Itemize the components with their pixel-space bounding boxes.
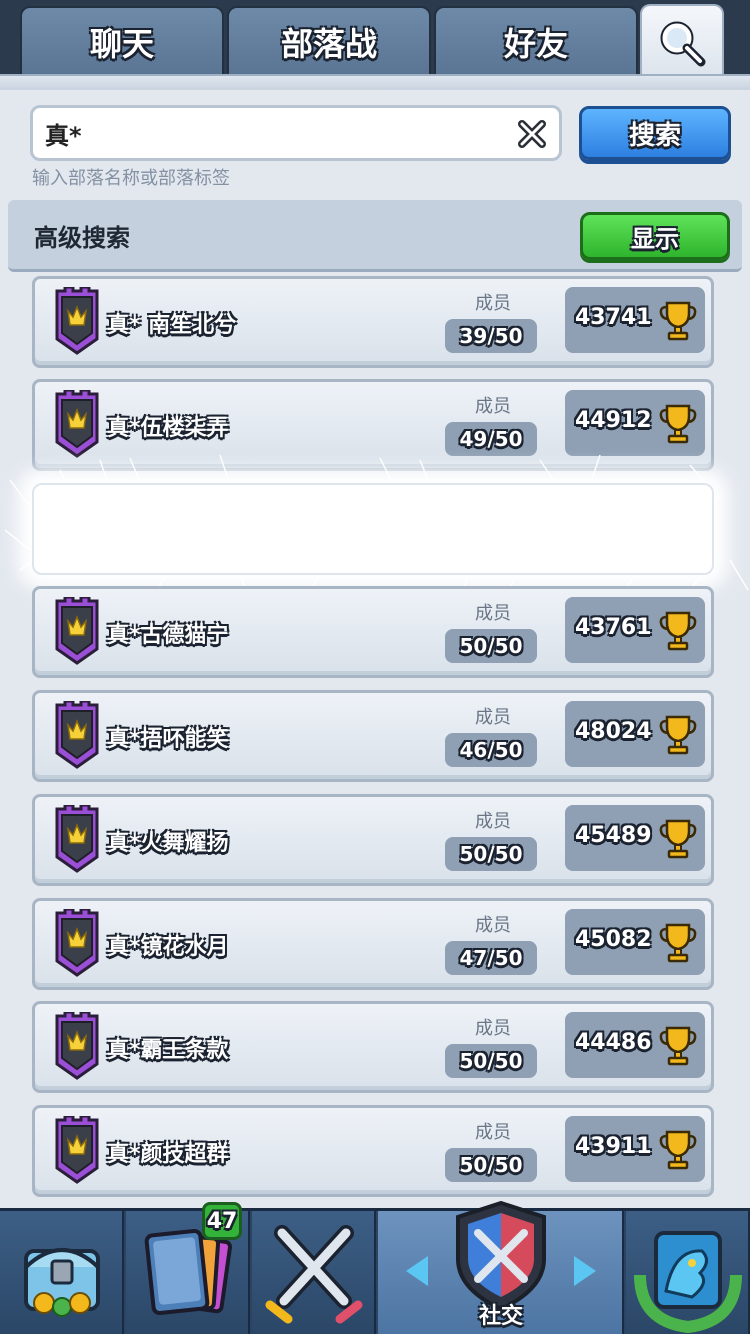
clan-name: 真*伍楼柒弄: [107, 416, 229, 441]
nav-social-label: 社交: [478, 1304, 523, 1329]
tab-friends[interactable]: 好友: [434, 6, 638, 76]
trophy-count: 43741: [575, 305, 652, 330]
clear-x-icon[interactable]: [517, 119, 547, 149]
clan-name: 真*火舞耀扬: [107, 831, 229, 856]
member-count: 50/50: [445, 837, 537, 871]
nav-shop[interactable]: [0, 1211, 124, 1334]
members-label: 成员: [475, 1018, 511, 1039]
clan-name: 真*颜技超群: [107, 1142, 229, 1167]
members-label: 成员: [475, 707, 511, 728]
member-count: 46/50: [445, 733, 537, 767]
trophy-box: 44912: [565, 390, 705, 456]
trophy-box: 48024: [565, 701, 705, 767]
trophy-count: 43761: [575, 615, 652, 640]
trophy-count: 48024: [575, 719, 652, 744]
clan-name: 真*镜花水月: [107, 935, 229, 960]
trophy-box: 44486: [565, 1012, 705, 1078]
clan-shield-badge-icon: [55, 701, 99, 769]
nav-events[interactable]: [626, 1211, 750, 1334]
clan-shield-badge-icon: [55, 597, 99, 665]
nav-right-arrow-icon[interactable]: [574, 1256, 596, 1286]
clan-name: 真*捂吥能笑: [107, 727, 229, 752]
clan-row[interactable]: 真*火舞耀扬 成员 50/50 45489: [32, 794, 714, 886]
clan-row[interactable]: 真*捂吥能笑 成员 46/50 48024: [32, 690, 714, 782]
magnifier-icon: [660, 21, 706, 67]
trophy-count: 45489: [575, 823, 652, 848]
search-field[interactable]: [30, 105, 562, 161]
trophy-box: 43761: [565, 597, 705, 663]
clan-shield-badge-icon: [55, 805, 99, 873]
dragon-emblem-icon: [634, 1231, 742, 1334]
crossed-swords-icon: [265, 1225, 363, 1324]
trophy-box: 45489: [565, 805, 705, 871]
member-count: 47/50: [445, 941, 537, 975]
members-label: 成员: [475, 293, 511, 314]
trophy-count: 45082: [575, 927, 652, 952]
advanced-search-label: 高级搜索: [34, 224, 130, 252]
tab-bar-strip: [0, 74, 750, 90]
clan-row[interactable]: 真*古德猫宁 成员 50/50 43761: [32, 586, 714, 678]
trophy-icon: [659, 1026, 697, 1066]
member-count: 39/50: [445, 319, 537, 353]
clan-shield-badge-icon: [55, 909, 99, 977]
trophy-count: 44486: [575, 1030, 652, 1055]
show-advanced-button[interactable]: 显示: [580, 212, 730, 260]
members-label: 成员: [475, 811, 511, 832]
trophy-box: 43911: [565, 1116, 705, 1182]
trophy-count: 44912: [575, 408, 652, 433]
chest-icon: [24, 1248, 100, 1317]
advanced-search-bar: 高级搜索 显示: [8, 200, 742, 272]
trophy-icon: [659, 404, 697, 444]
trophy-icon: [659, 819, 697, 859]
trophy-icon: [659, 301, 697, 341]
clan-name: 真* 南笙北兮: [107, 313, 237, 338]
member-count: 50/50: [445, 629, 537, 663]
clan-shield-badge-icon: [55, 1012, 99, 1080]
nav-left-arrow-icon[interactable]: [406, 1256, 428, 1286]
clan-shield-badge-icon: [55, 287, 99, 355]
member-count: 50/50: [445, 1044, 537, 1078]
search-hint: 输入部落名称或部落标签: [32, 168, 230, 189]
tab-chat[interactable]: 聊天: [20, 6, 224, 76]
cards-count-badge: 47: [202, 1202, 242, 1240]
clan-name: 真*古德猫宁: [107, 623, 229, 648]
members-label: 成员: [475, 603, 511, 624]
members-label: 成员: [475, 396, 511, 417]
trophy-count: 43911: [575, 1134, 652, 1159]
trophy-icon: [659, 923, 697, 963]
clan-name: 真*霸王条款: [107, 1038, 229, 1063]
tab-clan-war[interactable]: 部落战: [227, 6, 431, 76]
search-input[interactable]: [45, 119, 505, 147]
clan-shield-badge-icon: [55, 390, 99, 458]
trophy-box: 45082: [565, 909, 705, 975]
bottom-nav: [0, 1200, 750, 1334]
members-label: 成员: [475, 915, 511, 936]
trophy-icon: [659, 611, 697, 651]
tab-search[interactable]: [640, 4, 724, 80]
member-count: 50/50: [445, 1148, 537, 1182]
trophy-icon: [659, 715, 697, 755]
clan-row[interactable]: 真*颜技超群 成员 50/50 43911: [32, 1105, 714, 1197]
search-button[interactable]: 搜索: [579, 106, 731, 160]
clan-row[interactable]: 真*霸王条款 成员 50/50 44486: [32, 1001, 714, 1093]
clan-shield-badge-icon: [55, 1116, 99, 1184]
clan-row[interactable]: 真*镜花水月 成员 47/50 45082: [32, 898, 714, 990]
members-label: 成员: [475, 1122, 511, 1143]
trophy-icon: [659, 1130, 697, 1170]
nav-battle[interactable]: [252, 1211, 376, 1334]
clan-row[interactable]: 真* 南笙北兮 成员 39/50 43741: [32, 276, 714, 368]
obscured-row-panel: [32, 483, 714, 575]
trophy-box: 43741: [565, 287, 705, 353]
